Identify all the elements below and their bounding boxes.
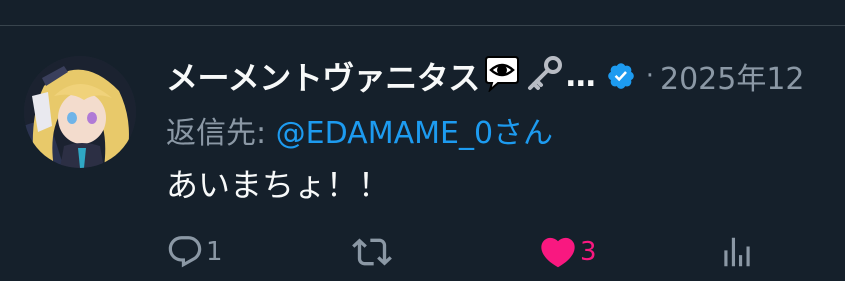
author-name[interactable]: メーメントヴァニタス <box>166 53 480 99</box>
retweet-button[interactable] <box>352 232 392 272</box>
reply-button[interactable]: 1 <box>166 232 223 272</box>
reply-to-handle[interactable]: @EDAMAME_0さん <box>276 116 553 151</box>
like-button[interactable]: 3 <box>538 232 597 272</box>
eye-in-speech-bubble-icon <box>482 56 522 96</box>
views-chart-icon <box>724 237 750 267</box>
reply-to-handle-text[interactable]: @EDAMAME_0 <box>276 116 493 151</box>
avatar[interactable] <box>24 56 136 168</box>
reply-icon <box>168 236 202 268</box>
reply-to-suffix[interactable]: さん <box>493 116 553 151</box>
old-key-icon <box>524 54 564 98</box>
name-truncation: … <box>565 58 596 94</box>
tweet-text: あいまちょ！！ <box>166 166 391 204</box>
top-divider <box>0 25 845 26</box>
reply-count: 1 <box>206 237 223 267</box>
avatar-image <box>24 56 136 168</box>
views-button[interactable] <box>718 232 756 272</box>
like-count: 3 <box>580 237 597 267</box>
tweet-header: メーメントヴァニタス … · 2025年12 <box>166 54 805 98</box>
separator-dot: · <box>645 61 654 91</box>
retweet-icon <box>352 238 392 266</box>
verified-badge-icon[interactable] <box>606 61 636 91</box>
timestamp[interactable]: 2025年12 <box>660 54 805 98</box>
reply-to-line: 返信先: @EDAMAME_0さん <box>166 108 553 152</box>
heart-filled-icon <box>541 237 575 268</box>
reply-to-prefix: 返信先: <box>166 116 276 151</box>
